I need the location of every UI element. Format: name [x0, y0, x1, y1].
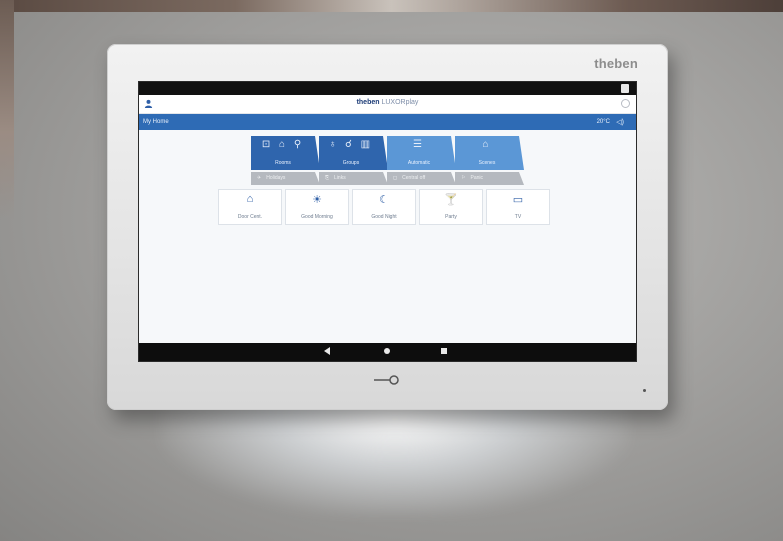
- subtile-label: Central off: [402, 175, 426, 181]
- glass-icon: 🍸: [444, 194, 458, 206]
- power-icon: ◻: [393, 175, 398, 181]
- sub-tiles: ✈ Holidays ⎘ Links ◻ Central off ⚐ Panic: [251, 172, 524, 185]
- tile-rooms[interactable]: ⊡ ⌂ ⚲ Rooms: [251, 136, 320, 170]
- status-led: [643, 389, 646, 392]
- subtile-label: Panic: [470, 175, 483, 181]
- house-icon: ⌂: [246, 193, 254, 205]
- scene-label: Party: [445, 214, 457, 220]
- app-title-brand: theben: [356, 99, 380, 106]
- subtile-label: Holidays: [266, 175, 286, 181]
- subtile-label: Links: [334, 175, 346, 181]
- tile-label: Scenes: [478, 160, 496, 166]
- alarm-icon: ⚐: [461, 175, 466, 181]
- link-icon: ⎘: [325, 175, 330, 181]
- main-tiles: ⊡ ⌂ ⚲ Rooms ♁ ☌ ▥ Groups ☰ Automatic ⌂ S…: [251, 136, 524, 170]
- device-brand-logo: theben: [594, 56, 638, 71]
- scene-buttons: ⌂ Door Cent. ☀ Good Morning ☾ Good Night…: [218, 189, 550, 225]
- tile-scenes[interactable]: ⌂ Scenes: [455, 136, 524, 170]
- subtile-central-off[interactable]: ◻ Central off: [387, 172, 456, 185]
- scene-label: Good Morning: [301, 214, 333, 220]
- scene-tv[interactable]: ▭ TV: [486, 189, 550, 225]
- settings-icon[interactable]: [621, 99, 630, 108]
- moon-icon: ☾: [379, 194, 389, 206]
- scene-good-morning[interactable]: ☀ Good Morning: [285, 189, 349, 225]
- tile-groups[interactable]: ♁ ☌ ▥ Groups: [319, 136, 388, 170]
- volume-icon[interactable]: ◁): [616, 118, 624, 126]
- temperature-readout: 20°C: [596, 119, 610, 125]
- tile-label: Rooms: [275, 160, 291, 166]
- plane-icon: ✈: [257, 175, 262, 181]
- scenes-icon: ⌂: [482, 139, 492, 150]
- touch-panel-device: theben theben LUXORplay My Home 20°C ◁): [107, 44, 668, 410]
- tile-label: Groups: [342, 160, 360, 166]
- main-content: ⊡ ⌂ ⚲ Rooms ♁ ☌ ▥ Groups ☰ Automatic ⌂ S…: [139, 129, 636, 343]
- wall-background-top: [0, 0, 783, 12]
- home-bar: My Home 20°C ◁): [139, 114, 636, 130]
- recent-apps-icon[interactable]: [441, 348, 447, 354]
- status-bar: [139, 82, 636, 95]
- tv-icon: ▭: [512, 194, 524, 206]
- subtile-holidays[interactable]: ✈ Holidays: [251, 172, 320, 185]
- scene-label: Good Night: [371, 214, 397, 220]
- home-icon[interactable]: [384, 348, 390, 354]
- display-screen: theben LUXORplay My Home 20°C ◁) ⊡ ⌂ ⚲ R…: [138, 81, 637, 362]
- app-header: theben LUXORplay: [139, 95, 636, 114]
- home-label: My Home: [143, 119, 169, 125]
- rooms-icon: ⊡ ⌂ ⚲: [261, 139, 305, 150]
- android-nav-bar: [139, 343, 636, 361]
- scene-party[interactable]: 🍸 Party: [419, 189, 483, 225]
- groups-icon: ♁ ☌ ▥: [328, 139, 374, 150]
- subtile-links[interactable]: ⎘ Links: [319, 172, 388, 185]
- tile-label: Automatic: [407, 160, 431, 166]
- sliders-icon: ☰: [413, 139, 425, 150]
- app-title-product: LUXORplay: [381, 99, 419, 106]
- scene-good-night[interactable]: ☾ Good Night: [352, 189, 416, 225]
- tile-automatic[interactable]: ☰ Automatic: [387, 136, 456, 170]
- scene-label: Door Cent.: [237, 214, 263, 220]
- subtile-panic[interactable]: ⚐ Panic: [455, 172, 524, 185]
- light-glow: [160, 395, 630, 515]
- scene-label: TV: [514, 214, 522, 220]
- sd-card-icon: [621, 84, 629, 93]
- back-icon[interactable]: [324, 347, 330, 355]
- key-icon[interactable]: [373, 374, 401, 386]
- wall-background-left: [0, 0, 14, 220]
- app-title: theben LUXORplay: [139, 99, 636, 106]
- scene-door-cent[interactable]: ⌂ Door Cent.: [218, 189, 282, 225]
- sun-icon: ☀: [312, 194, 322, 206]
